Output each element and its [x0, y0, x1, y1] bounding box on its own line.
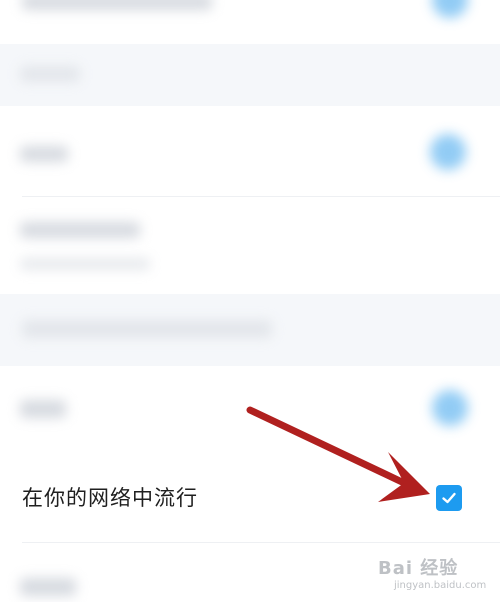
blurred-setting-label [20, 146, 68, 162]
blurred-setting-label [22, 0, 212, 10]
row-divider [22, 542, 500, 543]
watermark: Bai 经验 jingyan.baidu.com [372, 550, 492, 598]
blurred-toggle[interactable] [430, 134, 466, 170]
settings-screen: 在你的网络中流行 Bai 经验 jingyan.baidu.com [0, 0, 500, 602]
blurred-setting-label [20, 400, 66, 418]
watermark-logo: Bai 经验 [378, 558, 459, 579]
blurred-setting-label [20, 578, 76, 596]
blurred-setting-description [20, 258, 150, 270]
blurred-section-title [20, 66, 80, 82]
watermark-subtitle: jingyan.baidu.com [394, 580, 487, 591]
blurred-section-title [22, 320, 272, 338]
trending-in-network-checkbox[interactable] [436, 485, 462, 511]
blurred-toggle[interactable] [432, 390, 468, 426]
blurred-section-header [0, 44, 500, 106]
trending-in-network-label: 在你的网络中流行 [22, 486, 198, 510]
blurred-toggle[interactable] [432, 0, 468, 18]
blurred-section-header [0, 294, 500, 366]
checkmark-icon [442, 492, 456, 504]
row-divider [22, 196, 500, 197]
blurred-setting-label [20, 222, 140, 238]
